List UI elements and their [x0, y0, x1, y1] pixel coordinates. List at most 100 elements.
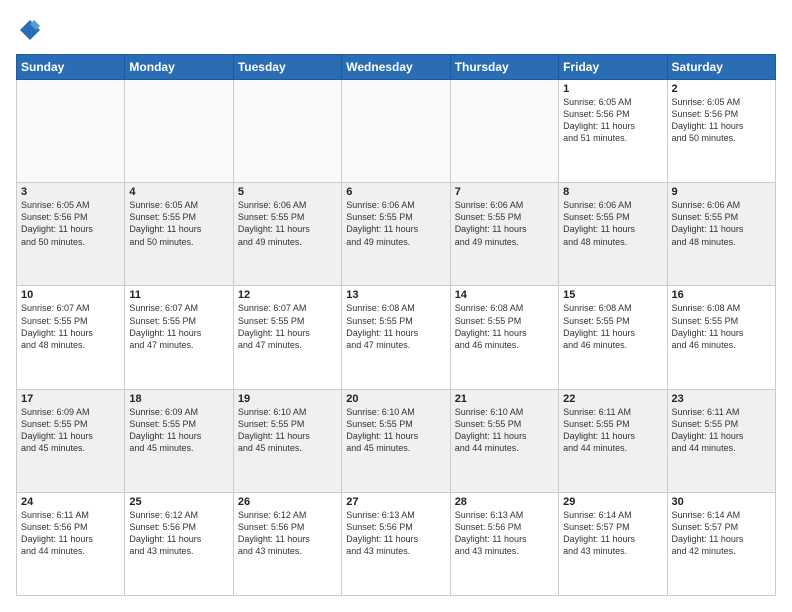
calendar-cell: 22Sunrise: 6:11 AM Sunset: 5:55 PM Dayli… — [559, 389, 667, 492]
day-number: 30 — [672, 496, 771, 508]
day-number: 21 — [455, 393, 554, 405]
day-number: 22 — [563, 393, 662, 405]
day-number: 1 — [563, 83, 662, 95]
day-info: Sunrise: 6:06 AM Sunset: 5:55 PM Dayligh… — [238, 199, 337, 248]
day-number: 16 — [672, 289, 771, 301]
day-number: 12 — [238, 289, 337, 301]
day-number: 9 — [672, 186, 771, 198]
calendar-cell: 5Sunrise: 6:06 AM Sunset: 5:55 PM Daylig… — [233, 183, 341, 286]
logo — [16, 16, 48, 44]
day-number: 18 — [129, 393, 228, 405]
calendar-week-4: 17 Sunrise: 6:09 AM Sunset: 5:55 PM Dayli… — [17, 389, 776, 492]
calendar-cell: 19Sunrise: 6:10 AM Sunset: 5:55 PM Dayli… — [233, 389, 341, 492]
day-info: Sunrise: 6:13 AM Sunset: 5:56 PM Dayligh… — [346, 509, 445, 558]
day-number: 29 — [563, 496, 662, 508]
day-info: Sunrise: 6:08 AM Sunset: 5:55 PM Dayligh… — [455, 302, 554, 351]
day-number: 6 — [346, 186, 445, 198]
calendar-cell: 8Sunrise: 6:06 AM Sunset: 5:55 PM Daylig… — [559, 183, 667, 286]
calendar-cell: 13Sunrise: 6:08 AM Sunset: 5:55 PM Dayli… — [342, 286, 450, 389]
header — [16, 16, 776, 44]
day-number: 5 — [238, 186, 337, 198]
day-number: 25 — [129, 496, 228, 508]
calendar-cell: 17Sunrise: 6:09 AM Sunset: 5:55 PM Dayli… — [17, 389, 125, 492]
day-info: Sunrise: 6:05 AM Sunset: 5:55 PM Dayligh… — [129, 199, 228, 248]
day-info: Sunrise: 6:09 AM Sunset: 5:55 PM Dayligh… — [129, 406, 228, 455]
calendar-cell: 27Sunrise: 6:13 AM Sunset: 5:56 PM Dayli… — [342, 492, 450, 595]
day-number: 2 — [672, 83, 771, 95]
day-info: Sunrise: 6:06 AM Sunset: 5:55 PM Dayligh… — [455, 199, 554, 248]
day-info: Sunrise: 6:10 AM Sunset: 5:55 PM Dayligh… — [238, 406, 337, 455]
day-info: Sunrise: 6:10 AM Sunset: 5:55 PM Dayligh… — [455, 406, 554, 455]
calendar-cell — [342, 80, 450, 183]
calendar-cell: 2Sunrise: 6:05 AM Sunset: 5:56 PM Daylig… — [667, 80, 775, 183]
day-info: Sunrise: 6:05 AM Sunset: 5:56 PM Dayligh… — [21, 199, 120, 248]
calendar-cell: 30Sunrise: 6:14 AM Sunset: 5:57 PM Dayli… — [667, 492, 775, 595]
day-number: 8 — [563, 186, 662, 198]
calendar-cell: 1Sunrise: 6:05 AM Sunset: 5:56 PM Daylig… — [559, 80, 667, 183]
weekday-row: SundayMondayTuesdayWednesdayThursdayFrid… — [17, 55, 776, 80]
calendar-cell: 15Sunrise: 6:08 AM Sunset: 5:55 PM Dayli… — [559, 286, 667, 389]
day-info: Sunrise: 6:12 AM Sunset: 5:56 PM Dayligh… — [129, 509, 228, 558]
day-info: Sunrise: 6:13 AM Sunset: 5:56 PM Dayligh… — [455, 509, 554, 558]
calendar-body: 1Sunrise: 6:05 AM Sunset: 5:56 PM Daylig… — [17, 80, 776, 596]
calendar-cell — [233, 80, 341, 183]
weekday-header-monday: Monday — [125, 55, 233, 80]
calendar-cell: 14Sunrise: 6:08 AM Sunset: 5:55 PM Dayli… — [450, 286, 558, 389]
day-info: Sunrise: 6:07 AM Sunset: 5:55 PM Dayligh… — [238, 302, 337, 351]
calendar-cell: 18Sunrise: 6:09 AM Sunset: 5:55 PM Dayli… — [125, 389, 233, 492]
day-info: Sunrise: 6:06 AM Sunset: 5:55 PM Dayligh… — [346, 199, 445, 248]
day-number: 10 — [21, 289, 120, 301]
weekday-header-tuesday: Tuesday — [233, 55, 341, 80]
calendar-cell: 6Sunrise: 6:06 AM Sunset: 5:55 PM Daylig… — [342, 183, 450, 286]
day-info: Sunrise: 6:14 AM Sunset: 5:57 PM Dayligh… — [672, 509, 771, 558]
day-info: Sunrise: 6:14 AM Sunset: 5:57 PM Dayligh… — [563, 509, 662, 558]
weekday-header-sunday: Sunday — [17, 55, 125, 80]
calendar-table: SundayMondayTuesdayWednesdayThursdayFrid… — [16, 54, 776, 596]
day-number: 14 — [455, 289, 554, 301]
day-info: Sunrise: 6:06 AM Sunset: 5:55 PM Dayligh… — [672, 199, 771, 248]
calendar-week-2: 3Sunrise: 6:05 AM Sunset: 5:56 PM Daylig… — [17, 183, 776, 286]
day-info: Sunrise: 6:08 AM Sunset: 5:55 PM Dayligh… — [346, 302, 445, 351]
day-number: 23 — [672, 393, 771, 405]
weekday-header-friday: Friday — [559, 55, 667, 80]
calendar-week-3: 10Sunrise: 6:07 AM Sunset: 5:55 PM Dayli… — [17, 286, 776, 389]
day-info: Sunrise: 6:12 AM Sunset: 5:56 PM Dayligh… — [238, 509, 337, 558]
calendar-cell: 16Sunrise: 6:08 AM Sunset: 5:55 PM Dayli… — [667, 286, 775, 389]
calendar-cell: 21Sunrise: 6:10 AM Sunset: 5:55 PM Dayli… — [450, 389, 558, 492]
day-number: 27 — [346, 496, 445, 508]
day-info: Sunrise: 6:07 AM Sunset: 5:55 PM Dayligh… — [21, 302, 120, 351]
day-info: Sunrise: 6:11 AM Sunset: 5:55 PM Dayligh… — [563, 406, 662, 455]
day-number: 3 — [21, 186, 120, 198]
calendar-cell — [450, 80, 558, 183]
calendar-cell: 7Sunrise: 6:06 AM Sunset: 5:55 PM Daylig… — [450, 183, 558, 286]
day-info: Sunrise: 6:07 AM Sunset: 5:55 PM Dayligh… — [129, 302, 228, 351]
calendar-cell: 24Sunrise: 6:11 AM Sunset: 5:56 PM Dayli… — [17, 492, 125, 595]
calendar-header: SundayMondayTuesdayWednesdayThursdayFrid… — [17, 55, 776, 80]
day-info: Sunrise: 6:06 AM Sunset: 5:55 PM Dayligh… — [563, 199, 662, 248]
day-info: Sunrise: 6:11 AM Sunset: 5:56 PM Dayligh… — [21, 509, 120, 558]
calendar-cell: 11Sunrise: 6:07 AM Sunset: 5:55 PM Dayli… — [125, 286, 233, 389]
day-number: 20 — [346, 393, 445, 405]
day-info: Sunrise: 6:11 AM Sunset: 5:55 PM Dayligh… — [672, 406, 771, 455]
weekday-header-thursday: Thursday — [450, 55, 558, 80]
calendar-cell: 4Sunrise: 6:05 AM Sunset: 5:55 PM Daylig… — [125, 183, 233, 286]
day-info: Sunrise: 6:05 AM Sunset: 5:56 PM Dayligh… — [563, 96, 662, 145]
day-number: 26 — [238, 496, 337, 508]
logo-icon — [16, 16, 44, 44]
calendar-cell: 3Sunrise: 6:05 AM Sunset: 5:56 PM Daylig… — [17, 183, 125, 286]
page: SundayMondayTuesdayWednesdayThursdayFrid… — [0, 0, 792, 612]
day-number: 11 — [129, 289, 228, 301]
calendar-cell: 12Sunrise: 6:07 AM Sunset: 5:55 PM Dayli… — [233, 286, 341, 389]
day-number: 19 — [238, 393, 337, 405]
calendar-cell — [125, 80, 233, 183]
day-number: 15 — [563, 289, 662, 301]
calendar-week-5: 24Sunrise: 6:11 AM Sunset: 5:56 PM Dayli… — [17, 492, 776, 595]
calendar-cell: 10Sunrise: 6:07 AM Sunset: 5:55 PM Dayli… — [17, 286, 125, 389]
calendar-cell: 23Sunrise: 6:11 AM Sunset: 5:55 PM Dayli… — [667, 389, 775, 492]
day-info: Sunrise: 6:05 AM Sunset: 5:56 PM Dayligh… — [672, 96, 771, 145]
calendar-cell: 29Sunrise: 6:14 AM Sunset: 5:57 PM Dayli… — [559, 492, 667, 595]
day-number: 17 — [21, 393, 120, 405]
calendar-cell: 20Sunrise: 6:10 AM Sunset: 5:55 PM Dayli… — [342, 389, 450, 492]
weekday-header-wednesday: Wednesday — [342, 55, 450, 80]
day-number: 28 — [455, 496, 554, 508]
